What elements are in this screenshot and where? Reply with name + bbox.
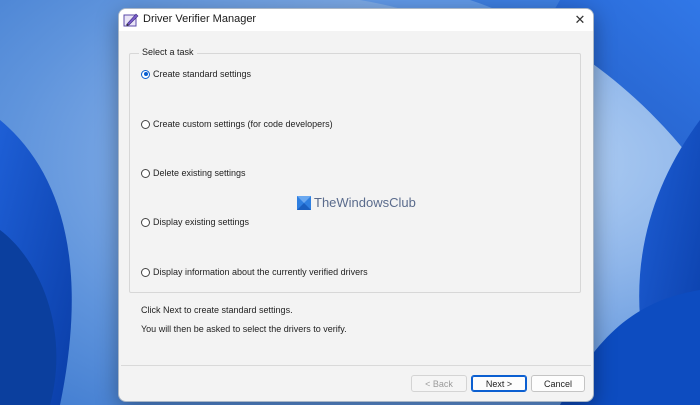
- radio-display-verified-drivers-info[interactable]: Display information about the currently …: [141, 267, 368, 277]
- radio-indicator[interactable]: [141, 119, 150, 129]
- window-title: Driver Verifier Manager: [143, 13, 257, 25]
- driver-verifier-window: Driver Verifier Manager ✕ Select a task …: [118, 8, 594, 402]
- next-button[interactable]: Next >: [471, 375, 527, 392]
- watermark: TheWindowsClub: [297, 195, 416, 210]
- radio-indicator[interactable]: [141, 217, 150, 227]
- close-icon: ✕: [574, 12, 586, 27]
- thewindowsclub-logo-icon: [297, 195, 311, 210]
- radio-label: Create standard settings: [153, 69, 252, 79]
- radio-delete-existing-settings[interactable]: Delete existing settings: [141, 168, 246, 178]
- radio-indicator[interactable]: [141, 267, 150, 277]
- description-line-1: Click Next to create standard settings.: [141, 305, 293, 315]
- radio-display-existing-settings[interactable]: Display existing settings: [141, 217, 249, 227]
- task-group-label: Select a task: [139, 47, 197, 57]
- radio-indicator-checked[interactable]: [141, 69, 150, 79]
- radio-label: Display existing settings: [153, 217, 250, 227]
- title-bar[interactable]: Driver Verifier Manager ✕: [119, 9, 593, 31]
- radio-label: Create custom settings (for code develop…: [153, 119, 333, 129]
- radio-label: Display information about the currently …: [153, 267, 368, 277]
- desktop-background: Driver Verifier Manager ✕ Select a task …: [0, 0, 700, 405]
- radio-indicator[interactable]: [141, 168, 150, 178]
- radio-create-standard-settings[interactable]: Create standard settings: [141, 69, 251, 79]
- driver-verifier-app-icon: [123, 13, 139, 27]
- radio-label: Delete existing settings: [153, 168, 246, 178]
- back-button[interactable]: < Back: [411, 375, 467, 392]
- footer-separator: [121, 365, 591, 366]
- radio-create-custom-settings[interactable]: Create custom settings (for code develop…: [141, 119, 333, 129]
- watermark-text: TheWindowsClub: [314, 195, 416, 210]
- cancel-button[interactable]: Cancel: [531, 375, 585, 392]
- close-button[interactable]: ✕: [569, 9, 591, 31]
- description-line-2: You will then be asked to select the dri…: [141, 324, 347, 334]
